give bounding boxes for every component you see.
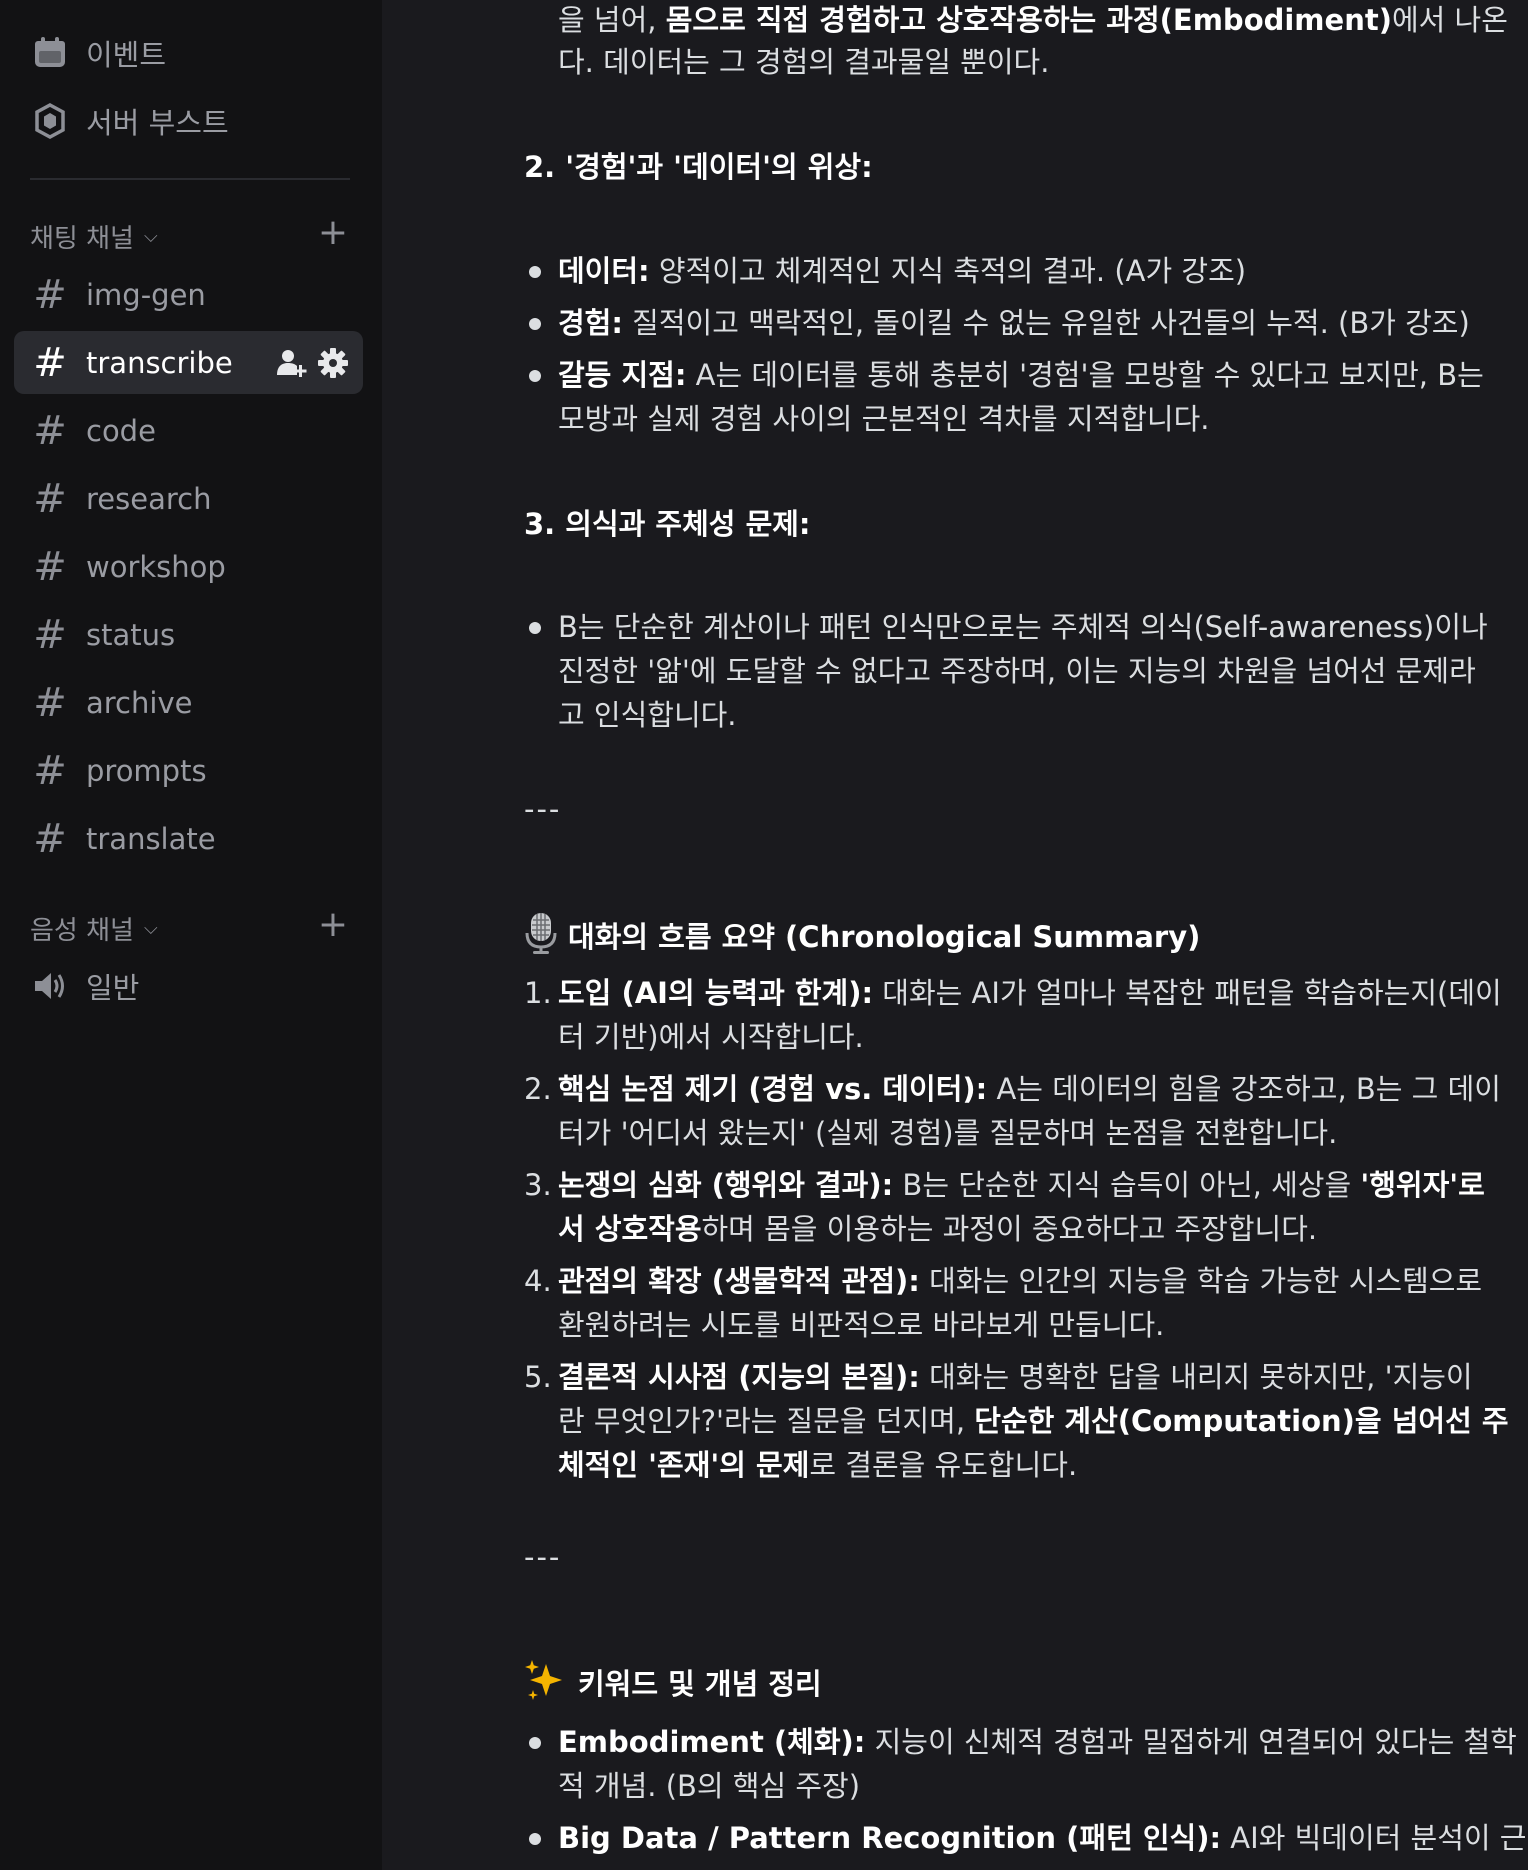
channel-code[interactable]: # code xyxy=(14,399,363,462)
hash-icon: # xyxy=(33,611,67,658)
bullet-dot xyxy=(529,266,541,278)
channel-workshop[interactable]: # workshop xyxy=(14,535,363,598)
gear-icon[interactable] xyxy=(317,347,349,386)
channel-img-gen[interactable]: # img-gen xyxy=(14,263,363,326)
channel-label: translate xyxy=(86,821,216,856)
hash-icon: # xyxy=(33,679,67,726)
list-item: 관점의 확장 (생물학적 관점): 대화는 인간의 지능을 학습 가능한 시스템… xyxy=(558,1264,1483,1342)
channel-status[interactable]: # status xyxy=(14,603,363,666)
channel-label: research xyxy=(86,481,212,516)
voice-channels-category[interactable]: 음성 채널 ⌵ + xyxy=(30,904,350,948)
hash-icon: # xyxy=(33,271,67,318)
bullet-dot xyxy=(529,318,541,330)
list-item: 데이터: 양적이고 체계적인 지식 축적의 결과. (A가 강조) xyxy=(558,254,1247,288)
list-number: 5. xyxy=(524,1360,552,1394)
bullet-dot xyxy=(529,1737,541,1749)
server-boost-label: 서버 부스트 xyxy=(86,105,229,140)
server-boost-item[interactable]: 서버 부스트 xyxy=(14,89,363,152)
channel-label: img-gen xyxy=(86,277,206,312)
list-item: 논쟁의 심화 (행위와 결과): B는 단순한 지식 습득이 아닌, 세상을 '… xyxy=(558,1168,1485,1246)
invite-user-icon[interactable] xyxy=(275,347,307,386)
list-item: B는 단순한 계산이나 패턴 인식만으로는 주체적 의식(Self-awaren… xyxy=(558,610,1488,732)
channel-label: code xyxy=(86,413,156,448)
channel-label: prompts xyxy=(86,753,207,788)
list-number: 4. xyxy=(524,1264,552,1298)
text-category-label: 채팅 채널 xyxy=(30,223,134,254)
channel-research[interactable]: # research xyxy=(14,467,363,530)
hash-icon: # xyxy=(33,543,67,590)
events-item[interactable]: 이벤트 xyxy=(14,21,363,84)
chevron-down-icon: ⌵ xyxy=(143,225,158,247)
channel-label: archive xyxy=(86,685,193,720)
sparkles-icon xyxy=(524,1658,568,1714)
section-heading: 키워드 및 개념 정리 xyxy=(524,1658,822,1714)
list-number: 2. xyxy=(524,1072,552,1106)
channel-transcribe[interactable]: # transcribe xyxy=(14,331,363,394)
voice-category-label: 음성 채널 xyxy=(30,915,134,946)
events-label: 이벤트 xyxy=(86,37,167,72)
channel-archive[interactable]: # archive xyxy=(14,671,363,734)
microphone-icon xyxy=(524,911,558,967)
channel-sidebar: 이벤트 서버 부스트 채팅 채널 ⌵ + # img-gen # transcrib… xyxy=(0,0,382,1870)
separator: --- xyxy=(524,792,562,826)
separator: --- xyxy=(524,1540,562,1574)
section-heading: 2. '경험'과 '데이터'의 위상: xyxy=(524,150,873,184)
boost-icon xyxy=(32,102,68,139)
hash-icon: # xyxy=(33,407,67,454)
list-number: 3. xyxy=(524,1168,552,1202)
calendar-icon xyxy=(32,35,68,71)
hash-icon: # xyxy=(33,339,67,386)
voice-channel-general[interactable]: 일반 xyxy=(14,954,363,1017)
channel-prompts[interactable]: # prompts xyxy=(14,739,363,802)
paragraph-line: 을 넘어, 몸으로 직접 경험하고 상호작용하는 과정(Embodiment)에… xyxy=(558,3,1508,37)
list-item: Embodiment (체화): 지능이 신체적 경험과 밀접하게 연결되어 있… xyxy=(558,1725,1517,1803)
message-area: 을 넘어, 몸으로 직접 경험하고 상호작용하는 과정(Embodiment)에… xyxy=(382,0,1528,1870)
hash-icon: # xyxy=(33,747,67,794)
chevron-down-icon: ⌵ xyxy=(143,917,158,939)
list-item: 갈등 지점: A는 데이터를 통해 충분히 '경험'을 모방할 수 있다고 보지… xyxy=(558,358,1484,436)
speaker-icon xyxy=(32,968,68,1004)
section-heading: 3. 의식과 주체성 문제: xyxy=(524,507,811,541)
channel-label: status xyxy=(86,617,176,652)
add-voice-channel-icon[interactable]: + xyxy=(318,904,348,945)
channel-label: transcribe xyxy=(86,345,233,380)
channel-label: workshop xyxy=(86,549,226,584)
bullet-dot xyxy=(529,370,541,382)
list-item: 핵심 논점 제기 (경험 vs. 데이터): A는 데이터의 힘을 강조하고, … xyxy=(558,1072,1501,1150)
hash-icon: # xyxy=(33,815,67,862)
list-item: Big Data / Pattern Recognition (패턴 인식): … xyxy=(558,1821,1528,1855)
voice-channel-label: 일반 xyxy=(86,970,140,1005)
text-channels-category[interactable]: 채팅 채널 ⌵ + xyxy=(30,212,350,256)
add-channel-icon[interactable]: + xyxy=(318,212,348,253)
list-number: 1. xyxy=(524,976,552,1010)
sidebar-divider xyxy=(30,178,350,180)
list-item: 도입 (AI의 능력과 한계): 대화는 AI가 얼마나 복잡한 패턴을 학습하… xyxy=(558,976,1502,1054)
bullet-dot xyxy=(529,1833,541,1845)
hash-icon: # xyxy=(33,475,67,522)
section-heading: 대화의 흐름 요약 (Chronological Summary) xyxy=(524,911,1200,967)
channel-translate[interactable]: # translate xyxy=(14,807,363,870)
list-item: 결론적 시사점 (지능의 본질): 대화는 명확한 답을 내리지 못하지만, '… xyxy=(558,1360,1509,1482)
bullet-dot xyxy=(529,622,541,634)
paragraph-line: 다. 데이터는 그 경험의 결과물일 뿐이다. xyxy=(558,45,1050,79)
list-item: 경험: 질적이고 맥락적인, 돌이킬 수 없는 유일한 사건들의 누적. (B가… xyxy=(558,306,1470,340)
